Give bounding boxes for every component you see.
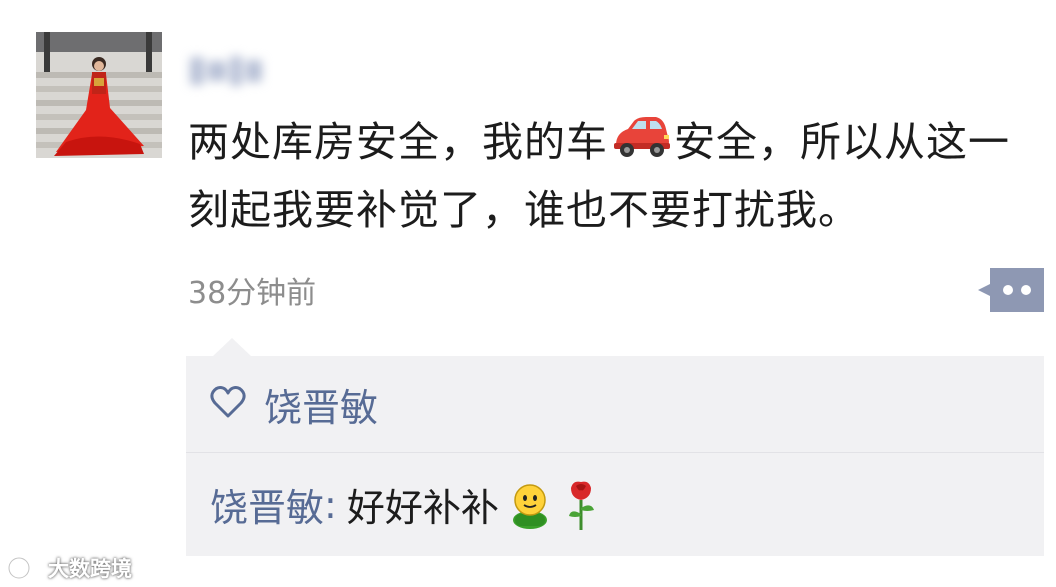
- likes-row: 饶晋敏: [186, 356, 1044, 453]
- more-dots-button[interactable]: [978, 268, 1044, 312]
- post-text: 两处库房安全，我的车 安全，所以从这一刻起我要补觉了，谁也不要打扰我。: [188, 110, 1048, 243]
- comment-arrow: [212, 338, 252, 357]
- comment-item[interactable]: 饶晋敏: 好好补补: [186, 453, 1044, 556]
- rose-emoji: [568, 481, 594, 530]
- post-text-part1: 两处库房安全，我的车: [188, 118, 608, 166]
- watermark: 大数跨境: [6, 553, 132, 583]
- comment-author[interactable]: 饶晋敏: [210, 477, 324, 532]
- comment-area: 饶晋敏 饶晋敏: 好好补补: [186, 356, 1044, 556]
- watermark-logo: [7, 556, 43, 580]
- watermark-text: 大数跨境: [48, 557, 132, 581]
- liker-name[interactable]: 饶晋敏: [264, 377, 378, 432]
- car-emoji: [610, 113, 672, 178]
- username-redacted[interactable]: [190, 50, 270, 92]
- more-dots-icon: [978, 268, 1044, 312]
- smiley-emoji: [512, 483, 547, 529]
- comment-separator: :: [324, 482, 337, 527]
- post-timestamp: 38分钟前: [188, 276, 317, 311]
- heart-icon: [210, 385, 246, 423]
- avatar[interactable]: [36, 32, 162, 158]
- comment-text: 好好补补: [346, 486, 499, 530]
